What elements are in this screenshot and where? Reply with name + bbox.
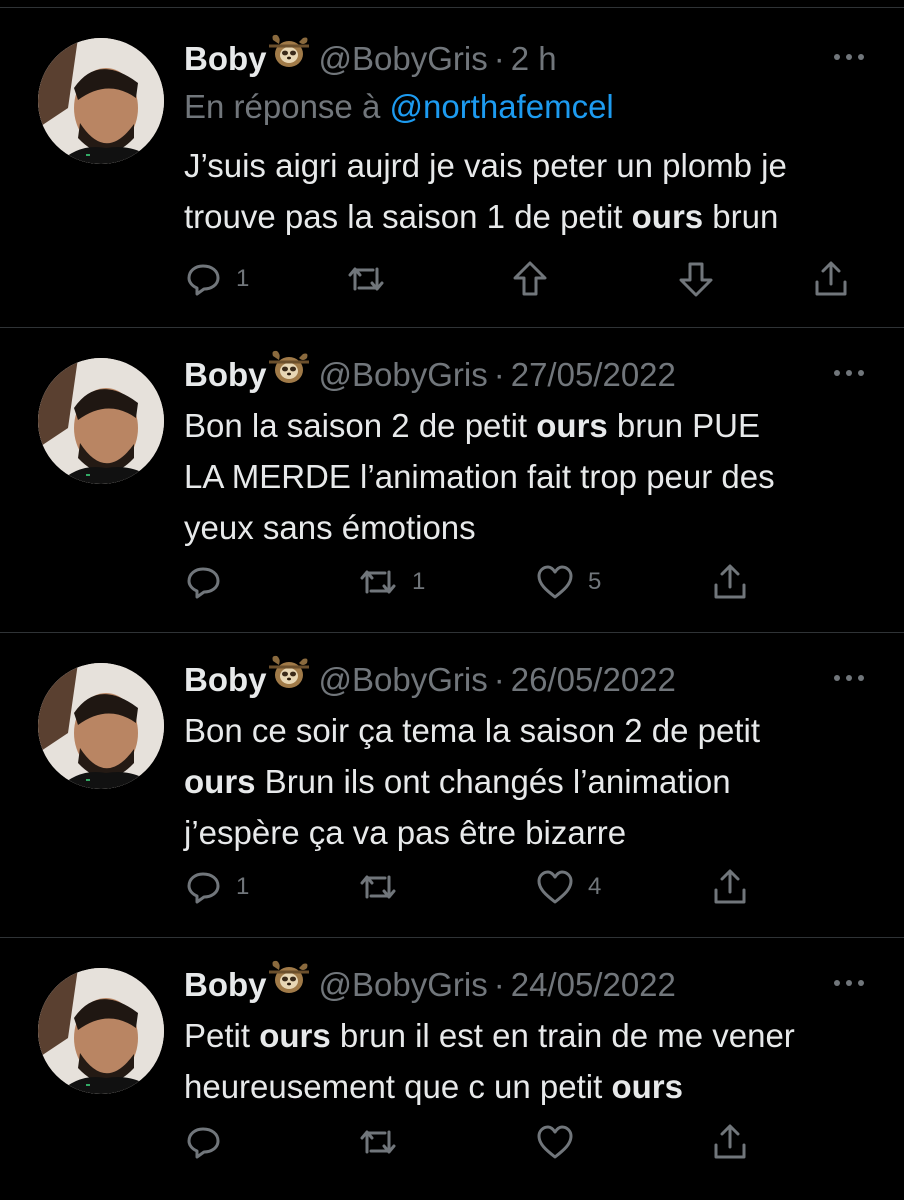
upvote-button[interactable] bbox=[512, 257, 548, 301]
text-segment: Bon ce soir ça tema la saison 2 de petit bbox=[184, 712, 760, 749]
reply-icon bbox=[187, 1127, 220, 1159]
retweet-button[interactable] bbox=[358, 1120, 398, 1164]
text-segment-bold: ours bbox=[536, 407, 608, 444]
separator: · bbox=[493, 40, 505, 77]
like-count: 5 bbox=[588, 568, 602, 595]
handle[interactable]: @BobyGris bbox=[319, 661, 488, 698]
tweet-header: Boby @BobyGris · 26/05/2022 bbox=[184, 656, 676, 703]
reply-count: 1 bbox=[236, 265, 250, 292]
text-segment: Petit bbox=[184, 1017, 260, 1054]
more-dots-icon[interactable] bbox=[834, 980, 864, 990]
share-button[interactable] bbox=[711, 865, 749, 909]
sloth-emoji-icon bbox=[267, 958, 311, 1010]
sloth-emoji-icon bbox=[267, 653, 311, 705]
avatar[interactable] bbox=[38, 663, 164, 789]
tweet[interactable]: Boby @BobyGris · 24/05/2022 Petit ours brun… bbox=[0, 938, 904, 1200]
more-dots-icon[interactable] bbox=[834, 370, 864, 380]
tweet-header: Boby @BobyGris · 2 h bbox=[184, 35, 557, 82]
timestamp[interactable]: 27/05/2022 bbox=[511, 356, 676, 393]
like-button[interactable] bbox=[536, 1120, 574, 1164]
retweet-button[interactable]: 1 bbox=[358, 560, 425, 604]
share-button[interactable] bbox=[812, 257, 850, 301]
reply-button[interactable] bbox=[186, 1120, 222, 1164]
share-button[interactable] bbox=[711, 1120, 749, 1164]
action-bar: 1 5 bbox=[0, 560, 904, 604]
like-button[interactable]: 5 bbox=[536, 560, 601, 604]
share-icon bbox=[714, 564, 746, 599]
text-segment: Brun ils ont changés l’animation j’espèr… bbox=[184, 763, 731, 851]
sloth-emoji-icon bbox=[267, 348, 311, 400]
more-dots-icon[interactable] bbox=[834, 675, 864, 685]
avatar[interactable] bbox=[38, 38, 164, 164]
separator: · bbox=[493, 661, 505, 698]
reply-button[interactable]: 1 bbox=[186, 257, 249, 301]
tweet-text: Bon ce soir ça tema la saison 2 de petit… bbox=[184, 705, 874, 858]
reply-prefix: En réponse à bbox=[184, 88, 381, 125]
display-name[interactable]: Boby bbox=[184, 966, 267, 1003]
handle[interactable]: @BobyGris bbox=[319, 40, 488, 77]
retweet-count: 1 bbox=[412, 568, 426, 595]
top-divider bbox=[0, 0, 904, 8]
share-icon bbox=[714, 1124, 746, 1159]
tweet-header: Boby @BobyGris · 24/05/2022 bbox=[184, 961, 676, 1008]
downvote-icon bbox=[679, 262, 713, 297]
handle[interactable]: @BobyGris bbox=[319, 966, 488, 1003]
action-bar: 1 bbox=[0, 257, 904, 301]
reply-icon bbox=[187, 264, 220, 296]
retweet-icon bbox=[348, 267, 384, 291]
share-button[interactable] bbox=[711, 560, 749, 604]
tweet-text: Petit ours brun il est en train de me ve… bbox=[184, 1010, 874, 1112]
reply-mention-link[interactable]: @northafemcel bbox=[389, 88, 613, 125]
retweet-icon bbox=[360, 1130, 396, 1154]
separator: · bbox=[493, 356, 505, 393]
downvote-button[interactable] bbox=[678, 257, 714, 301]
text-segment: Bon la saison 2 de petit bbox=[184, 407, 537, 444]
text-segment-bold: ours bbox=[611, 1068, 683, 1105]
text-segment-bold: ours bbox=[631, 198, 704, 235]
retweet-button[interactable] bbox=[358, 865, 398, 909]
timestamp[interactable]: 2 h bbox=[511, 40, 557, 77]
text-segment: brun bbox=[703, 198, 779, 235]
share-icon bbox=[815, 261, 847, 296]
display-name[interactable]: Boby bbox=[184, 356, 267, 393]
avatar[interactable] bbox=[38, 968, 164, 1094]
tweet-text: Bon la saison 2 de petit ours brun PUE L… bbox=[184, 400, 874, 553]
display-name[interactable]: Boby bbox=[184, 40, 267, 77]
tweet-text: J’suis aigri aujrd je vais peter un plom… bbox=[184, 140, 874, 242]
share-icon bbox=[714, 869, 746, 904]
text-segment-bold: ours bbox=[259, 1017, 331, 1054]
action-bar bbox=[0, 1120, 904, 1164]
heart-icon bbox=[537, 1125, 573, 1159]
avatar[interactable] bbox=[38, 358, 164, 484]
retweet-icon bbox=[360, 570, 396, 594]
reply-count: 1 bbox=[236, 873, 250, 900]
more-dots-icon[interactable] bbox=[834, 54, 864, 64]
reply-icon bbox=[187, 567, 220, 599]
retweet-button[interactable] bbox=[346, 257, 386, 301]
sloth-emoji-icon bbox=[267, 32, 311, 84]
tweet[interactable]: Boby @BobyGris · 26/05/2022 Bon ce soir ça … bbox=[0, 633, 904, 938]
timestamp[interactable]: 24/05/2022 bbox=[511, 966, 676, 1003]
like-count: 4 bbox=[588, 873, 602, 900]
timestamp[interactable]: 26/05/2022 bbox=[511, 661, 676, 698]
text-segment-bold: ours bbox=[184, 763, 256, 800]
tweet[interactable]: Boby @BobyGris · 2 h En réponse à @northafe… bbox=[0, 8, 904, 328]
reply-icon bbox=[187, 872, 220, 904]
tweet-header: Boby @BobyGris · 27/05/2022 bbox=[184, 351, 676, 398]
like-button[interactable]: 4 bbox=[536, 865, 601, 909]
reply-context: En réponse à @northafemcel bbox=[184, 84, 614, 130]
separator: · bbox=[493, 966, 505, 1003]
action-bar: 1 4 bbox=[0, 865, 904, 909]
reply-button[interactable] bbox=[186, 560, 236, 604]
heart-icon bbox=[537, 565, 573, 599]
display-name[interactable]: Boby bbox=[184, 661, 267, 698]
upvote-icon bbox=[513, 261, 547, 296]
heart-icon bbox=[537, 870, 573, 904]
tweet[interactable]: Boby @BobyGris · 27/05/2022 Bon la saison 2… bbox=[0, 328, 904, 633]
reply-button[interactable]: 1 bbox=[186, 865, 249, 909]
retweet-icon bbox=[360, 875, 396, 899]
handle[interactable]: @BobyGris bbox=[319, 356, 488, 393]
